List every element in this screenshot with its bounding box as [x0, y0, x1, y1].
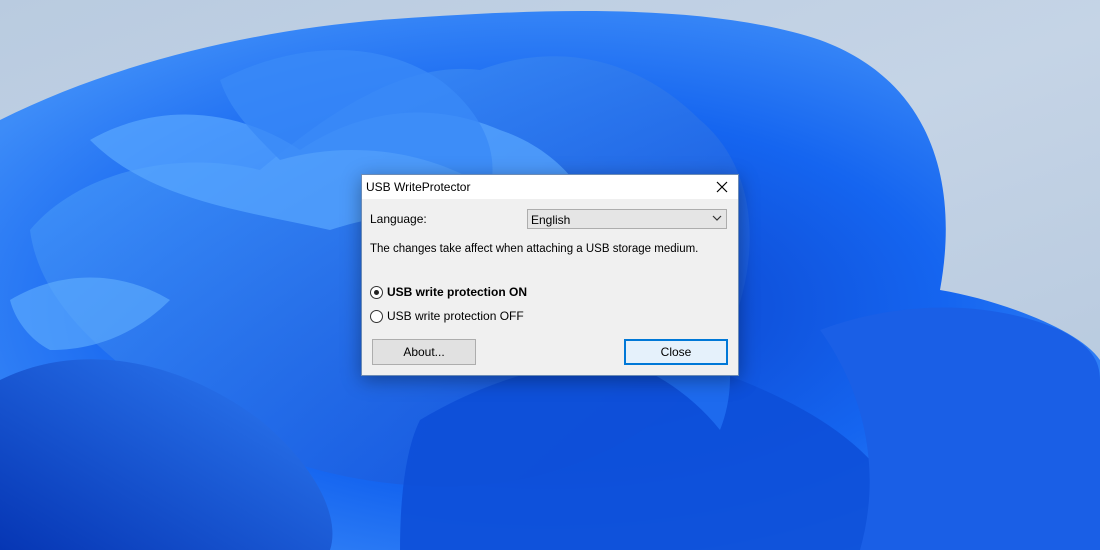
radio-checked-icon[interactable]: [370, 285, 383, 299]
protection-off-radio[interactable]: USB write protection OFF: [370, 309, 524, 323]
radio-unchecked-icon[interactable]: [370, 309, 383, 323]
language-selected-value: English: [531, 213, 571, 227]
info-message: The changes take affect when attaching a…: [370, 243, 699, 255]
radio-dot: [374, 289, 379, 295]
protection-off-label: USB write protection OFF: [387, 309, 524, 323]
close-icon: [716, 181, 728, 193]
window-title: USB WriteProtector: [366, 180, 471, 194]
close-button[interactable]: Close: [624, 339, 728, 365]
title-bar[interactable]: USB WriteProtector: [362, 175, 738, 199]
close-window-button[interactable]: [706, 175, 738, 199]
chevron-down-icon: [712, 215, 722, 221]
protection-on-radio[interactable]: USB write protection ON: [370, 285, 527, 299]
language-label: Language:: [370, 212, 427, 226]
language-dropdown[interactable]: English: [527, 209, 727, 229]
protection-on-label: USB write protection ON: [387, 285, 528, 299]
about-button[interactable]: About...: [372, 339, 476, 365]
usb-writeprotector-dialog: USB WriteProtector Language: English The…: [361, 174, 739, 376]
